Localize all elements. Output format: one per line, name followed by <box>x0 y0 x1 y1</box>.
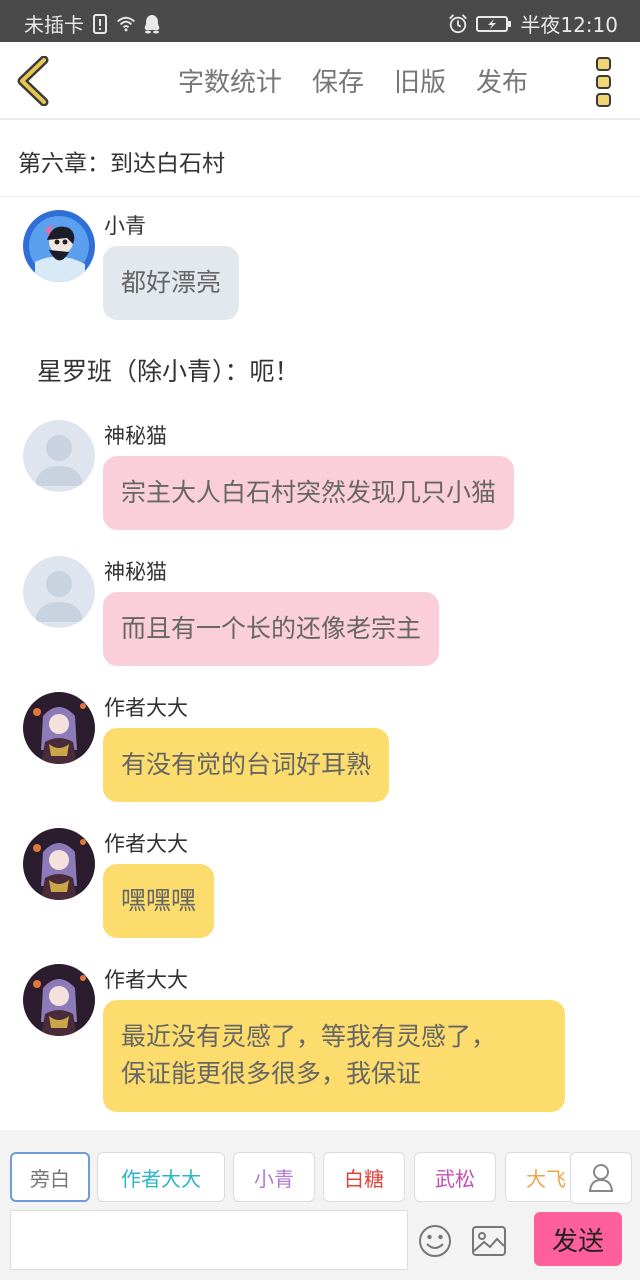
image-icon <box>472 1226 506 1256</box>
role-manage-button[interactable] <box>570 1152 632 1204</box>
publish-button[interactable]: 发布 <box>476 62 528 99</box>
message-bubble[interactable]: 最近没有灵感了，等我有灵感了， 保证能更很多很多，我保证 <box>103 1000 565 1112</box>
default-user-icon <box>23 420 95 492</box>
sender-name: 作者大大 <box>104 832 188 856</box>
old-version-button[interactable]: 旧版 <box>394 62 446 99</box>
avatar-author[interactable] <box>23 828 95 900</box>
message-bubble[interactable]: 宗主大人白石村突然发现几只小猫 <box>103 456 515 530</box>
message-text: 宗主大人白石村突然发现几只小猫 <box>121 478 497 507</box>
anime-girl-avatar-icon <box>23 692 95 764</box>
sender-name: 神秘猫 <box>104 560 167 584</box>
role-chip[interactable]: 白糖 <box>323 1152 405 1202</box>
emoji-button[interactable] <box>418 1224 452 1258</box>
avatar-author[interactable] <box>23 692 95 764</box>
vertical-dots-icon <box>596 57 611 107</box>
person-icon <box>588 1164 614 1192</box>
sender-name: 作者大大 <box>104 696 188 720</box>
avatar-author[interactable] <box>23 964 95 1036</box>
role-chip[interactable]: 旁白 <box>10 1152 90 1202</box>
role-selector: 旁白 作者大大 小青 白糖 武松 大飞 <box>0 1152 570 1204</box>
message-text-line: 最近没有灵感了，等我有灵感了， <box>121 1022 497 1051</box>
message-text: 有没有觉的台词好耳熟 <box>121 750 372 779</box>
role-chip[interactable]: 大飞 <box>505 1152 570 1202</box>
message-text-line: 保证能更很多很多，我保证 <box>121 1059 422 1088</box>
send-button[interactable]: 发送 <box>534 1212 622 1266</box>
avatar-default-user[interactable] <box>23 556 95 628</box>
sender-name: 作者大大 <box>104 968 188 992</box>
more-menu-button[interactable] <box>594 56 614 108</box>
role-chip[interactable]: 作者大大 <box>97 1152 225 1202</box>
message-text: 都好漂亮 <box>121 268 222 297</box>
message-text: 嘿嘿嘿 <box>121 886 197 915</box>
save-button[interactable]: 保存 <box>312 62 364 99</box>
message-bubble[interactable]: 而且有一个长的还像老宗主 <box>103 592 440 666</box>
role-chip[interactable]: 武松 <box>414 1152 496 1202</box>
image-button[interactable] <box>471 1224 507 1258</box>
message-bubble[interactable]: 都好漂亮 <box>103 246 240 320</box>
chapter-title[interactable]: 第六章：到达白石村 <box>18 144 225 178</box>
avatar-xiaoqing[interactable] <box>23 210 95 282</box>
sender-name: 小青 <box>104 214 146 238</box>
chevron-left-icon <box>17 55 49 107</box>
compose-bar: 旁白 作者大大 小青 白糖 武松 大飞 发送 <box>0 1130 640 1280</box>
anime-girl-avatar-icon <box>23 964 95 1036</box>
message-text: 而且有一个长的还像老宗主 <box>121 614 422 643</box>
message-input[interactable] <box>10 1210 408 1270</box>
qq-icon <box>142 14 162 34</box>
divider <box>0 196 640 197</box>
status-time: 半夜12:10 <box>520 13 618 37</box>
battery-charging-icon <box>476 14 512 34</box>
sender-name: 神秘猫 <box>104 424 167 448</box>
word-count-button[interactable]: 字数统计 <box>178 62 282 99</box>
alarm-icon <box>448 13 468 34</box>
carrier-label: 未插卡 <box>24 13 84 37</box>
message-bubble[interactable]: 嘿嘿嘿 <box>103 864 215 938</box>
status-bar: 未插卡 半夜12:10 <box>0 0 640 42</box>
sim-alert-icon <box>90 13 110 34</box>
anime-girl-avatar-icon <box>23 828 95 900</box>
editor-toolbar: 字数统计 保存 旧版 发布 <box>0 42 640 120</box>
default-user-icon <box>23 556 95 628</box>
narration-text[interactable]: 星罗班（除小青）：呃！ <box>37 352 300 388</box>
back-button[interactable] <box>14 55 54 107</box>
anime-girl-avatar-icon <box>23 210 95 282</box>
message-bubble[interactable]: 有没有觉的台词好耳熟 <box>103 728 390 802</box>
avatar-default-user[interactable] <box>23 420 95 492</box>
wifi-icon <box>116 14 136 34</box>
smiley-icon <box>419 1225 451 1257</box>
role-chip[interactable]: 小青 <box>233 1152 315 1202</box>
